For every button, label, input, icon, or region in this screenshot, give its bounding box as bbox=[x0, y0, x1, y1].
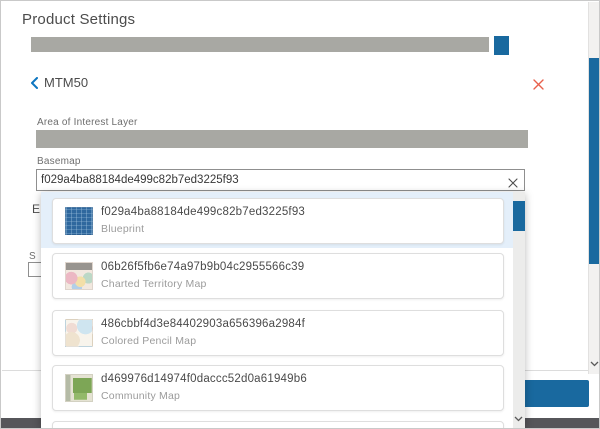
charted-territory-thumbnail bbox=[65, 262, 93, 290]
option-name: Community Map bbox=[101, 390, 180, 402]
basemap-option-partial[interactable] bbox=[52, 421, 504, 429]
option-name: Blueprint bbox=[101, 223, 144, 235]
option-id: f029a4ba88184de499c82b7ed3225f93 bbox=[101, 206, 305, 218]
colored-pencil-thumbnail bbox=[65, 319, 93, 347]
product-select-placeholder[interactable] bbox=[31, 37, 489, 52]
remove-icon[interactable] bbox=[533, 77, 544, 88]
page-scrollbar-thumb[interactable] bbox=[589, 58, 600, 264]
basemap-label: Basemap bbox=[37, 156, 81, 167]
dropdown-scrollbar-thumb[interactable] bbox=[513, 201, 525, 231]
basemap-dropdown: f029a4ba88184de499c82b7ed3225f93 Bluepri… bbox=[41, 192, 525, 429]
basemap-input[interactable] bbox=[36, 169, 525, 191]
product-settings-dialog: Product Settings MTM50 Area of Interest … bbox=[0, 0, 600, 429]
scroll-down-icon[interactable] bbox=[514, 409, 523, 427]
aoi-layer-label: Area of Interest Layer bbox=[37, 117, 138, 128]
dropdown-scrollbar[interactable] bbox=[513, 192, 525, 429]
back-button[interactable]: MTM50 bbox=[30, 75, 88, 90]
option-name: Charted Territory Map bbox=[101, 278, 207, 290]
aoi-layer-placeholder[interactable] bbox=[36, 130, 528, 148]
chevron-left-icon bbox=[30, 77, 38, 89]
option-id: d469976d14974f0daccc52d0a61949b6 bbox=[101, 373, 307, 385]
back-label: MTM50 bbox=[44, 75, 88, 90]
basemap-option-charted-territory[interactable]: 06b26f5fb6e74a97b9b04c2955566c39 Charted… bbox=[52, 253, 504, 299]
page-title: Product Settings bbox=[22, 11, 135, 28]
option-id: 486cbbf4d3e84402903a656396a2984f bbox=[101, 318, 305, 330]
community-map-thumbnail bbox=[65, 374, 93, 402]
basemap-option-blueprint[interactable]: f029a4ba88184de499c82b7ed3225f93 Bluepri… bbox=[52, 198, 504, 244]
blueprint-thumbnail bbox=[65, 207, 93, 235]
extent-label-partial: E bbox=[32, 202, 40, 216]
option-id: 06b26f5fb6e74a97b9b04c2955566c39 bbox=[101, 261, 304, 273]
option-name: Colored Pencil Map bbox=[101, 335, 196, 347]
scroll-down-icon[interactable] bbox=[590, 354, 599, 372]
setting-label-partial: S bbox=[29, 251, 36, 262]
basemap-option-colored-pencil[interactable]: 486cbbf4d3e84402903a656396a2984f Colored… bbox=[52, 310, 504, 356]
blue-square-indicator bbox=[494, 36, 509, 55]
basemap-option-community[interactable]: d469976d14974f0daccc52d0a61949b6 Communi… bbox=[52, 365, 504, 411]
clear-input-icon[interactable] bbox=[508, 175, 518, 185]
page-scrollbar[interactable] bbox=[588, 2, 600, 374]
